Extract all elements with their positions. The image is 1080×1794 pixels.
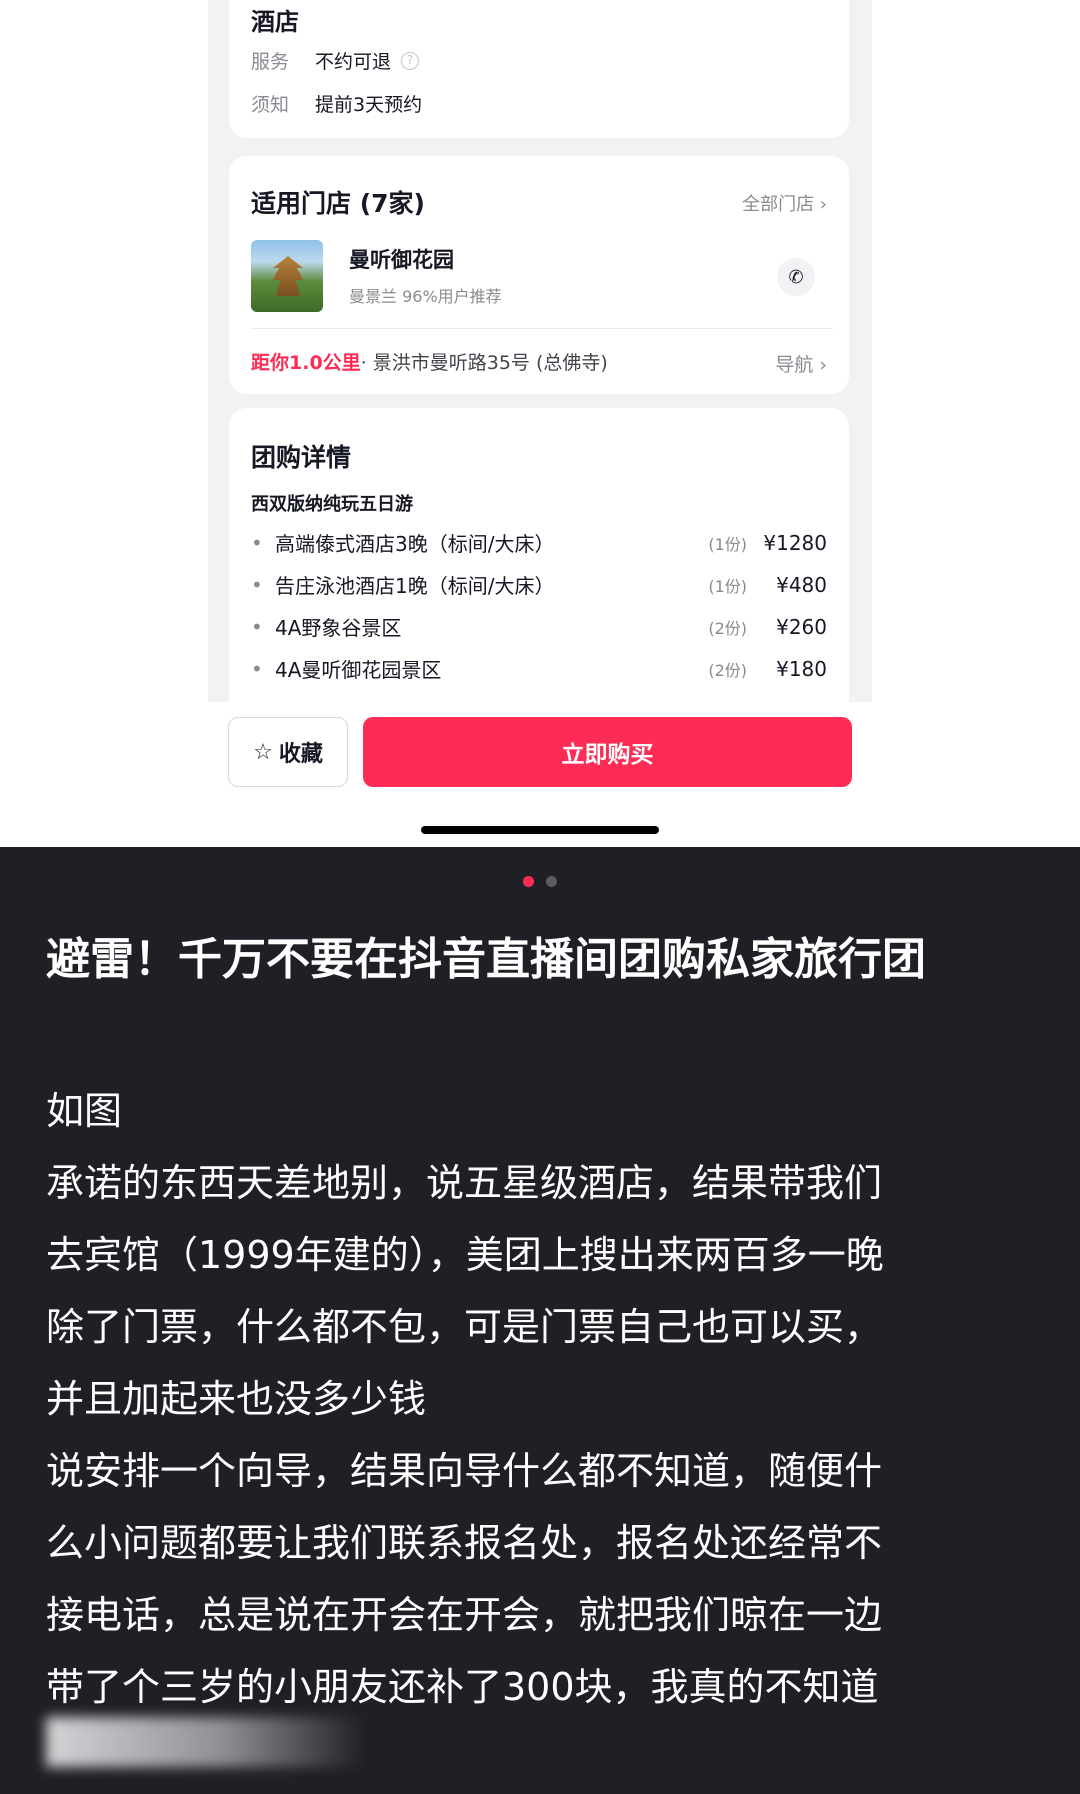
pagoda-image: [273, 256, 303, 296]
post-line: 带了个三岁的小朋友还补了300块，我真的不知道: [46, 1665, 879, 1709]
product-page: 酒店 服务 不约可退 ? 须知 提前3天预约 适用门店 (7家) 全部门店 › …: [208, 0, 872, 702]
post-line: 并且加起来也没多少钱: [46, 1377, 427, 1421]
pager-dot-active[interactable]: [523, 876, 534, 887]
help-icon[interactable]: ?: [401, 51, 420, 70]
detail-title: 团购详情: [251, 443, 352, 472]
notice-value: 提前3天预约: [315, 94, 423, 116]
post-line: 如图: [46, 1089, 123, 1133]
screenshot-area: 酒店 服务 不约可退 ? 须知 提前3天预约 适用门店 (7家) 全部门店 › …: [0, 0, 1080, 847]
star-icon: ☆: [253, 739, 273, 765]
phone-icon[interactable]: ✆: [777, 258, 815, 296]
store-card: 适用门店 (7家) 全部门店 › 曼听御花园 曼景兰 96%用户推荐 ✆ 距你1…: [229, 156, 849, 394]
navigate-link[interactable]: 导航 ›: [775, 350, 827, 377]
package-item: • 4A野象谷景区 (2份) ¥260: [251, 614, 827, 641]
distance: 距你1.0公里: [251, 352, 361, 374]
post-body: 如图 承诺的东西天差地别，说五星级酒店，结果带我们 去宾馆（1999年建的），美…: [46, 1075, 1046, 1723]
store-thumbnail[interactable]: [251, 240, 323, 312]
address-row: 距你1.0公里 · 景洪市曼听路35号 (总佛寺): [251, 348, 608, 375]
package-name: 西双版纳纯玩五日游: [251, 494, 413, 515]
all-stores-link[interactable]: 全部门店 ›: [742, 190, 827, 216]
hotel-card: 酒店 服务 不约可退 ? 须知 提前3天预约: [229, 0, 849, 138]
favorite-label: 收藏: [278, 742, 323, 767]
blurred-text-fade: [46, 1717, 366, 1767]
service-value: 不约可退: [315, 51, 392, 73]
post-title: 避雷！千万不要在抖音直播间团购私家旅行团: [46, 934, 926, 985]
divider: [251, 328, 833, 329]
post-line: 么小问题都要让我们联系报名处，报名处还经常不: [46, 1521, 883, 1565]
notice-row: 须知 提前3天预约: [251, 90, 422, 117]
post-line: 承诺的东西天差地别，说五星级酒店，结果带我们: [46, 1161, 883, 1205]
store-name[interactable]: 曼听御花园: [349, 244, 454, 274]
favorite-button[interactable]: ☆ 收藏: [228, 717, 348, 787]
service-row: 服务 不约可退 ?: [251, 47, 420, 74]
notice-key: 须知: [251, 94, 290, 116]
post-line: 去宾馆（1999年建的），美团上搜出来两百多一晚: [46, 1233, 884, 1277]
package-item: • 4A曼听御花园景区 (2份) ¥180: [251, 656, 827, 683]
post-content: 避雷！千万不要在抖音直播间团购私家旅行团 如图 承诺的东西天差地别，说五星级酒店…: [0, 847, 1080, 1794]
image-pager-dots[interactable]: [0, 876, 1080, 887]
group-buy-detail-card: 团购详情 西双版纳纯玩五日游 • 高端傣式酒店3晚（标间/大床） (1份) ¥1…: [229, 408, 849, 702]
package-item: • 高端傣式酒店3晚（标间/大床） (1份) ¥1280: [251, 530, 827, 557]
buy-now-button[interactable]: 立即购买: [363, 717, 852, 787]
service-key: 服务: [251, 51, 290, 73]
bottom-action-bar: ☆ 收藏 立即购买: [0, 702, 1080, 847]
pager-dot[interactable]: [546, 876, 557, 887]
post-line: 除了门票，什么都不包，可是门票自己也可以买，: [46, 1305, 883, 1349]
post-line: 说安排一个向导，结果向导什么都不知道，随便什: [46, 1449, 883, 1493]
post-line: 接电话，总是说在开会在开会，就把我们晾在一边: [46, 1593, 883, 1637]
store-meta: 曼景兰 96%用户推荐: [349, 287, 502, 306]
home-indicator: [421, 826, 659, 834]
address: · 景洪市曼听路35号 (总佛寺): [360, 352, 608, 374]
package-item: • 告庄泳池酒店1晚（标间/大床） (1份) ¥480: [251, 572, 827, 599]
hotel-title: 酒店: [251, 8, 299, 36]
store-section-title: 适用门店 (7家): [251, 189, 425, 218]
